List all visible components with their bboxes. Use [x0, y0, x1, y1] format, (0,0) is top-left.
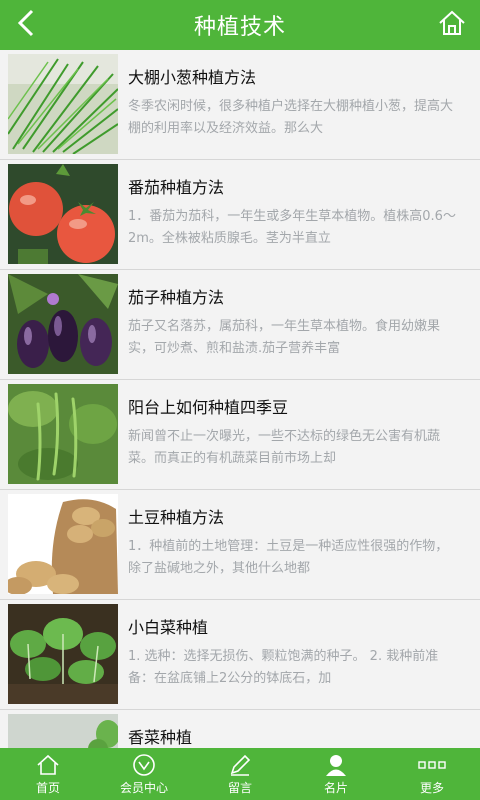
- article-title: 小白菜种植: [128, 618, 209, 637]
- article-title: 番茄种植方法: [128, 178, 225, 197]
- green-onion-photo: [8, 54, 118, 154]
- home-button[interactable]: [432, 5, 472, 45]
- article-summary: 1．番茄为茄科，一年生或多年生草本植物。植株高0.6～2m。全株被粘质腺毛。茎为…: [128, 209, 456, 246]
- page-title: 种植技术: [193, 15, 286, 40]
- article-title: 香菜种植: [128, 728, 193, 747]
- list-item[interactable]: 阳台上如何种植四季豆 新闻曾不止一次曝光，一些不达标的绿色无公害有机蔬菜。而真正…: [0, 380, 480, 490]
- potato-photo: [8, 494, 118, 594]
- bottom-tab-bar: 首页 会员中心 留言 名片 更多: [0, 748, 480, 800]
- person-icon: [324, 753, 348, 777]
- tomato-photo: [8, 164, 118, 264]
- tab-more[interactable]: 更多: [384, 748, 480, 800]
- tab-label: 会员中心: [119, 781, 168, 795]
- green-bean-photo: [8, 384, 118, 484]
- list-item[interactable]: 番茄种植方法 1．番茄为茄科，一年生或多年生草本植物。植株高0.6～2m。全株被…: [0, 160, 480, 270]
- tab-message[interactable]: 留言: [192, 748, 288, 800]
- pencil-icon: [228, 753, 252, 777]
- list-item[interactable]: 小白菜种植 1. 选种：选择无损伤、颗粒饱满的种子。 2. 栽种前准备：在盆底铺…: [0, 600, 480, 710]
- list-item[interactable]: 茄子种植方法 茄子又名落苏，属茄科，一年生草本植物。食用幼嫩果实，可炒煮、煎和盐…: [0, 270, 480, 380]
- member-icon: [132, 753, 156, 777]
- tab-business-card[interactable]: 名片: [288, 748, 384, 800]
- list-item[interactable]: 大棚小葱种植方法 冬季农闲时候，很多种植户选择在大棚种植小葱，提高大棚的利用率以…: [0, 50, 480, 160]
- top-bar: 种植技术: [0, 0, 480, 50]
- back-button[interactable]: [6, 5, 46, 45]
- article-summary: 1．种植前的土地管理：土豆是一种适应性很强的作物，除了盐碱地之外，其他什么地都: [128, 539, 449, 576]
- article-title: 土豆种植方法: [128, 508, 225, 527]
- home-icon: [36, 753, 60, 777]
- back-arrow-icon: [14, 8, 38, 42]
- article-list: 大棚小葱种植方法 冬季农闲时候，很多种植户选择在大棚种植小葱，提高大棚的利用率以…: [0, 50, 480, 748]
- home-icon: [437, 9, 467, 41]
- tab-label: 留言: [227, 781, 252, 795]
- article-title: 大棚小葱种植方法: [128, 68, 257, 87]
- tab-label: 更多: [419, 781, 444, 795]
- list-item[interactable]: 土豆种植方法 1．种植前的土地管理：土豆是一种适应性很强的作物，除了盐碱地之外，…: [0, 490, 480, 600]
- tab-label: 名片: [323, 781, 348, 795]
- article-summary: 新闻曾不止一次曝光，一些不达标的绿色无公害有机蔬菜。而真正的有机蔬菜目前市场上却: [128, 429, 441, 466]
- article-title: 阳台上如何种植四季豆: [128, 398, 289, 417]
- more-icon: [418, 753, 446, 777]
- tab-label: 首页: [35, 781, 60, 795]
- article-summary: 1. 选种：选择无损伤、颗粒饱满的种子。 2. 栽种前准备：在盆底铺上2公分的钵…: [128, 649, 439, 686]
- article-title: 茄子种植方法: [128, 288, 225, 307]
- bok-choy-photo: [8, 604, 118, 704]
- coriander-photo: [8, 714, 118, 748]
- article-summary: 冬季农闲时候，很多种植户选择在大棚种植小葱，提高大棚的利用率以及经济效益。那么大: [128, 99, 454, 136]
- tab-member-center[interactable]: 会员中心: [96, 748, 192, 800]
- eggplant-photo: [8, 274, 118, 374]
- article-summary: 茄子又名落苏，属茄科，一年生草本植物。食用幼嫩果实，可炒煮、煎和盐渍.茄子营养丰…: [128, 319, 441, 356]
- list-item[interactable]: 香菜种植: [0, 710, 480, 748]
- tab-home[interactable]: 首页: [0, 748, 96, 800]
